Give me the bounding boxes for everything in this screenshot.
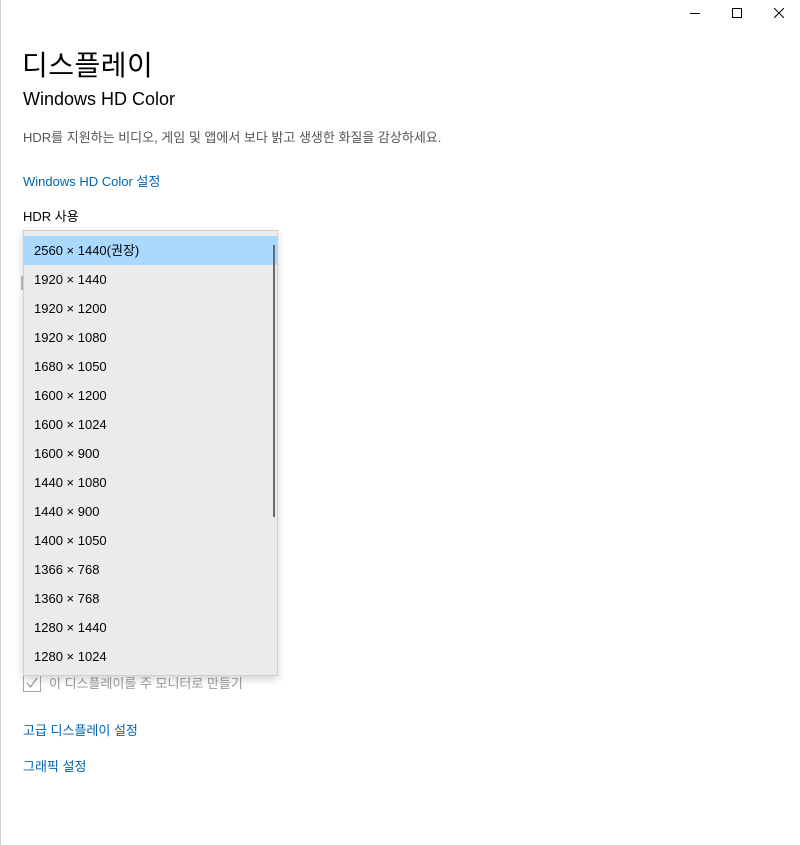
hdr-label: HDR 사용 [23, 209, 79, 224]
page-title: 디스플레이 [22, 50, 154, 81]
close-button[interactable] [758, 0, 800, 26]
resolution-option[interactable]: 1600 × 900 [24, 439, 277, 468]
resolution-option[interactable]: 1600 × 1200 [24, 381, 277, 410]
resolution-option[interactable]: 1920 × 1200 [24, 294, 277, 323]
resolution-dropdown-list[interactable]: 2560 × 1440(권장) 1920 × 1440 1920 × 1200 192… [23, 230, 278, 676]
title-bar-controls [674, 0, 800, 26]
hd-color-description: HDR를 지원하는 비디오, 게임 및 앱에서 보다 밝고 생생한 화질을 감상… [23, 130, 442, 145]
resolution-option[interactable]: 1440 × 900 [24, 497, 277, 526]
maximize-icon [732, 8, 742, 18]
resolution-option[interactable]: 1360 × 768 [24, 584, 277, 613]
resolution-option[interactable]: 1280 × 1024 [24, 642, 277, 671]
close-icon [774, 8, 784, 18]
resolution-options: 2560 × 1440(권장) 1920 × 1440 1920 × 1200 192… [24, 236, 277, 671]
minimize-button[interactable] [674, 0, 716, 26]
resolution-option[interactable]: 1400 × 1050 [24, 526, 277, 555]
window-left-border [0, 0, 1, 845]
resolution-option[interactable]: 1280 × 1440 [24, 613, 277, 642]
resolution-option[interactable]: 1920 × 1080 [24, 323, 277, 352]
resolution-option[interactable]: 1366 × 768 [24, 555, 277, 584]
maximize-button[interactable] [716, 0, 758, 26]
graphics-settings-link[interactable]: 그래픽 설정 [23, 756, 86, 775]
hd-color-heading: Windows HD Color [23, 89, 176, 109]
resolution-option[interactable]: 1440 × 1080 [24, 468, 277, 497]
checkbox-box[interactable] [23, 673, 41, 692]
resolution-option[interactable]: 2560 × 1440(권장) [24, 236, 277, 265]
hd-color-settings-link[interactable]: Windows HD Color 설정 [23, 171, 160, 190]
resolution-option[interactable]: 1680 × 1050 [24, 352, 277, 381]
dropdown-scrollbar[interactable] [273, 245, 275, 517]
resolution-option[interactable]: 1920 × 1440 [24, 265, 277, 294]
advanced-display-settings-link[interactable]: 고급 디스플레이 설정 [23, 720, 138, 739]
checkmark-icon [26, 677, 38, 688]
resolution-option[interactable]: 1600 × 1024 [24, 410, 277, 439]
minimize-icon [690, 13, 700, 14]
